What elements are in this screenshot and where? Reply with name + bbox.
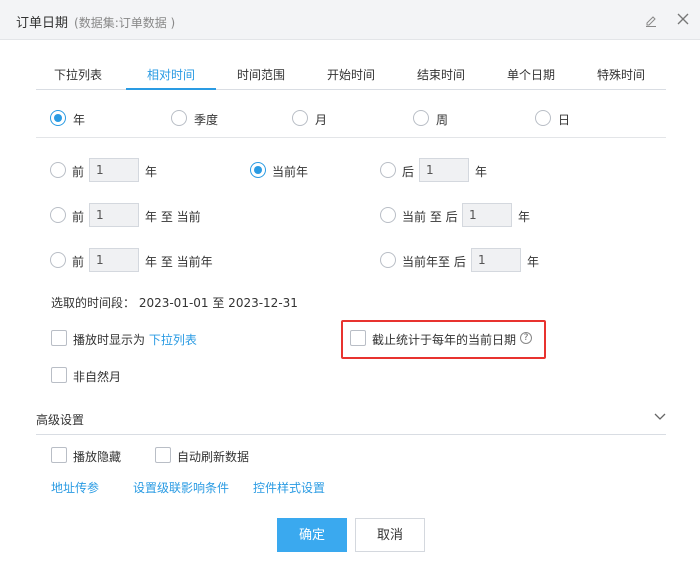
radio-day-label: 日 — [558, 113, 571, 127]
current-to-next-input[interactable]: 1 — [462, 203, 512, 227]
prev-label: 前 — [72, 165, 85, 179]
display-as-label: 播放时显示为 下拉列表 — [73, 331, 197, 348]
radio-prev-to-current-year[interactable] — [50, 252, 66, 268]
radio-current-year[interactable] — [250, 162, 266, 178]
display-as-checkbox[interactable] — [51, 330, 67, 346]
prev-to-current-suffix: 年 至 当前 — [145, 210, 201, 224]
ok-button[interactable]: 确定 — [277, 518, 347, 552]
tab-start-time[interactable]: 开始时间 — [320, 66, 382, 90]
current-year-to-next-unit: 年 — [527, 255, 540, 269]
radio-next-n[interactable] — [380, 162, 396, 178]
cancel-button[interactable]: 取消 — [355, 518, 425, 552]
tab-single-date[interactable]: 单个日期 — [500, 66, 562, 90]
tab-dropdown-list[interactable]: 下拉列表 — [48, 66, 108, 90]
widget-style-link[interactable]: 控件样式设置 — [253, 479, 325, 496]
url-param-link[interactable]: 地址传参 — [51, 479, 99, 496]
auto-refresh-label: 自动刷新数据 — [177, 450, 250, 464]
prev-unit: 年 — [145, 165, 158, 179]
tab-bar: 下拉列表 相对时间 时间范围 开始时间 结束时间 单个日期 特殊时间 — [36, 62, 666, 90]
radio-current-year-to-next[interactable] — [380, 252, 396, 268]
prev-to-current-label: 前 — [72, 210, 85, 224]
current-to-next-unit: 年 — [518, 210, 531, 224]
next-label: 后 — [402, 165, 415, 179]
tab-relative-time[interactable]: 相对时间 — [126, 66, 216, 90]
prev-to-current-year-suffix: 年 至 当前年 — [145, 255, 213, 269]
cascade-condition-link[interactable]: 设置级联影响条件 — [133, 479, 229, 496]
display-as-prefix: 播放时显示为 — [73, 333, 146, 347]
next-n-input[interactable]: 1 — [419, 158, 469, 182]
selected-range-text: 选取的时间段： 2023-01-01 至 2023-12-31 — [51, 296, 298, 310]
radio-quarter-label: 季度 — [194, 113, 219, 127]
divider — [36, 137, 666, 138]
radio-day[interactable] — [535, 110, 551, 126]
current-year-label: 当前年 — [272, 165, 309, 179]
radio-year[interactable] — [50, 110, 66, 126]
auto-refresh-checkbox[interactable] — [155, 447, 171, 463]
prev-n-input[interactable]: 1 — [89, 158, 139, 182]
dialog-title-text: 订单日期 — [16, 16, 69, 31]
display-as-link[interactable]: 下拉列表 — [149, 333, 197, 347]
dialog-subtitle: (数据集:订单数据 ) — [74, 16, 176, 30]
non-natural-month-checkbox[interactable] — [51, 367, 67, 383]
tab-time-range[interactable]: 时间范围 — [230, 66, 292, 90]
tab-end-time[interactable]: 结束时间 — [410, 66, 472, 90]
cutoff-label: 截止统计于每年的当前日期 — [372, 333, 517, 347]
current-to-next-label: 当前 至 后 — [402, 210, 458, 224]
radio-prev-n[interactable] — [50, 162, 66, 178]
radio-week-label: 周 — [436, 113, 449, 127]
radio-prev-to-current[interactable] — [50, 207, 66, 223]
dialog-title: 订单日期 (数据集:订单数据 ) — [16, 12, 175, 31]
cutoff-checkbox[interactable] — [350, 330, 366, 346]
radio-current-to-next[interactable] — [380, 207, 396, 223]
advanced-settings-title[interactable]: 高级设置 — [36, 411, 84, 428]
close-icon[interactable] — [676, 12, 690, 26]
dialog-titlebar: 订单日期 (数据集:订单数据 ) — [0, 0, 700, 40]
non-natural-month-label: 非自然月 — [73, 370, 122, 384]
prev-to-current-input[interactable]: 1 — [89, 203, 139, 227]
current-year-to-next-label: 当前年至 后 — [402, 255, 466, 269]
radio-year-label: 年 — [73, 113, 86, 127]
hide-on-play-checkbox[interactable] — [51, 447, 67, 463]
help-icon[interactable]: ? — [520, 332, 532, 344]
prev-to-current-year-label: 前 — [72, 255, 85, 269]
prev-to-current-year-input[interactable]: 1 — [89, 248, 139, 272]
edit-icon[interactable] — [644, 13, 658, 27]
next-unit: 年 — [475, 165, 488, 179]
tab-special-time[interactable]: 特殊时间 — [590, 66, 652, 90]
radio-month[interactable] — [292, 110, 308, 126]
hide-on-play-label: 播放隐藏 — [73, 450, 122, 464]
advanced-divider — [36, 434, 666, 435]
radio-month-label: 月 — [315, 113, 328, 127]
radio-quarter[interactable] — [171, 110, 187, 126]
radio-week[interactable] — [413, 110, 429, 126]
chevron-down-icon[interactable] — [654, 413, 666, 421]
current-year-to-next-input[interactable]: 1 — [471, 248, 521, 272]
